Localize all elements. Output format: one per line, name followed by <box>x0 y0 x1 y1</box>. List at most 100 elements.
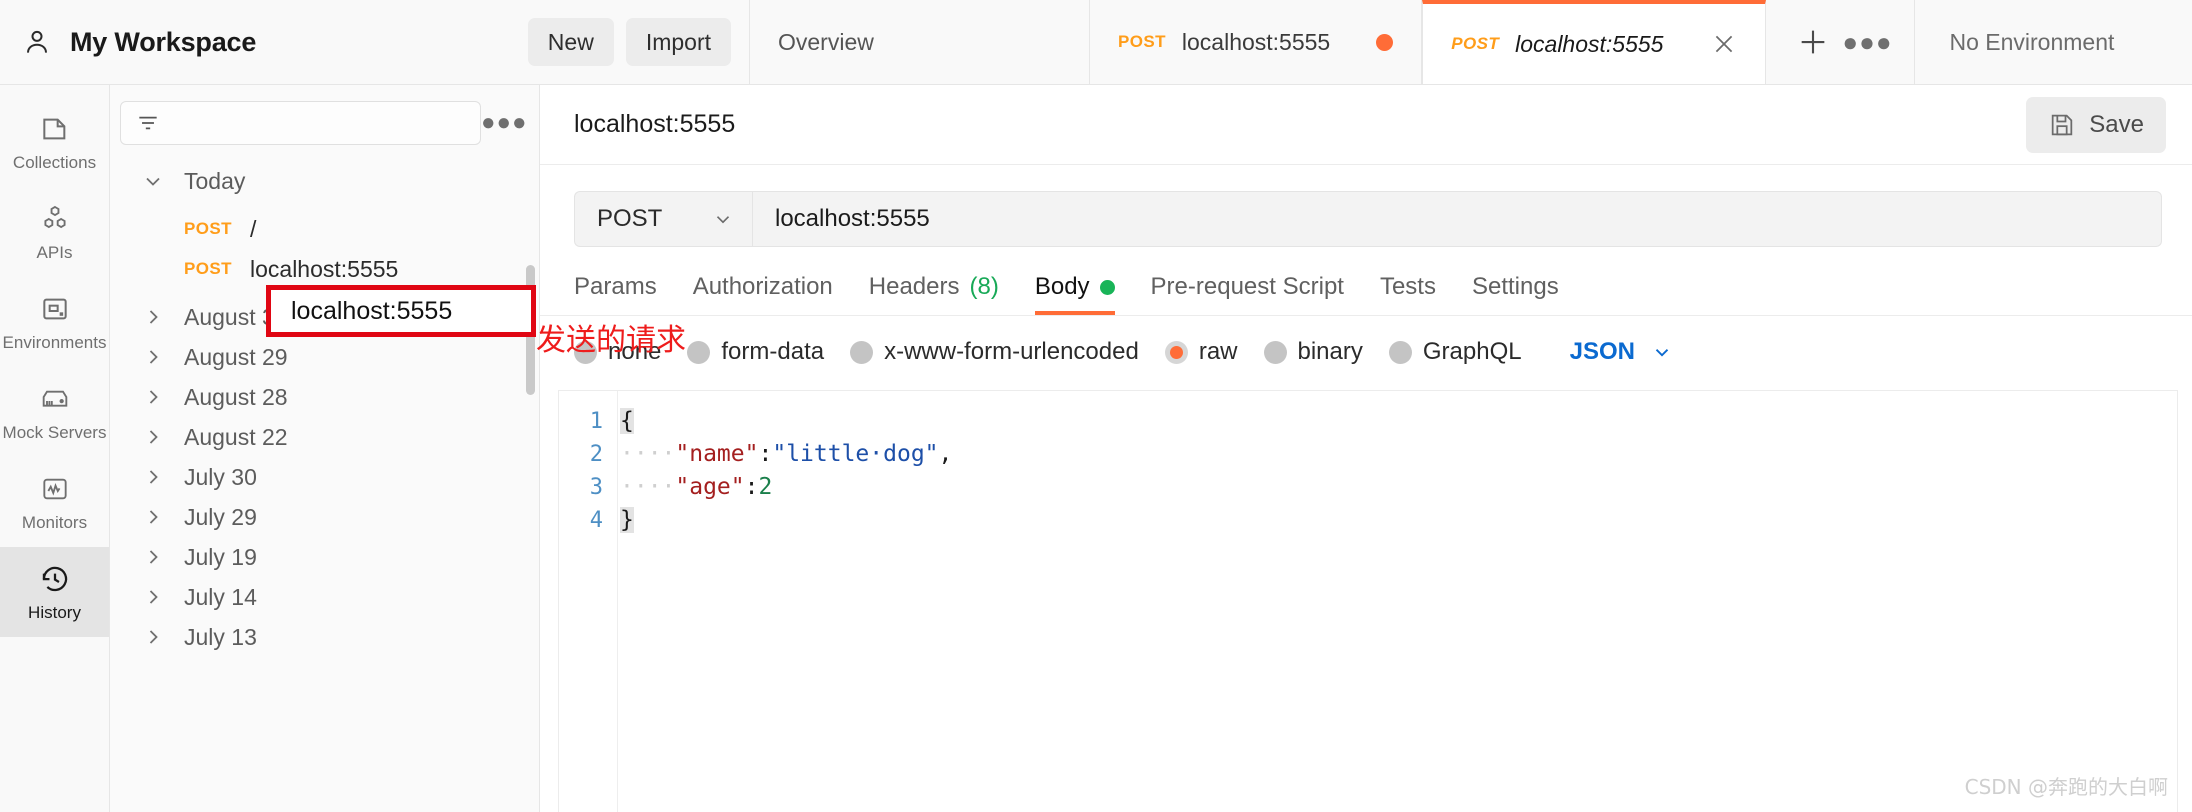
body-type-binary[interactable]: binary <box>1263 338 1363 366</box>
history-group-label: July 13 <box>184 623 257 650</box>
sidebar-item-monitors[interactable]: Monitors <box>0 457 109 547</box>
tab-overview-label: Overview <box>778 28 874 55</box>
tab-tests[interactable]: Tests <box>1380 273 1436 315</box>
radio-icon-selected <box>1164 340 1188 364</box>
sidebar-item-collections[interactable]: Collections <box>0 97 109 187</box>
history-group[interactable]: August 28 <box>110 377 539 417</box>
sidebar-item-mock-servers[interactable]: Mock Servers <box>0 367 109 457</box>
code-line-2: ····"name":"little·dog", <box>620 438 2177 471</box>
line-number: 1 <box>589 409 603 434</box>
tab-label: Authorization <box>692 273 833 300</box>
history-item[interactable]: POST / <box>110 209 539 249</box>
sidebar-item-label: Mock Servers <box>2 422 107 442</box>
tab-params[interactable]: Params <box>574 273 657 315</box>
tab-request-2-active[interactable]: POST localhost:5555 <box>1422 0 1767 84</box>
sidebar-item-label: Collections <box>12 152 97 172</box>
history-group[interactable]: August 22 <box>110 417 539 457</box>
tab-request-1[interactable]: POST localhost:5555 <box>1090 0 1423 84</box>
tab-label: Settings <box>1471 273 1559 300</box>
chevron-right-icon <box>140 505 166 529</box>
url-row: POST localhost:5555 <box>540 165 2192 247</box>
environments-icon <box>38 292 72 326</box>
history-group[interactable]: July 14 <box>110 577 539 617</box>
import-button[interactable]: Import <box>625 18 731 66</box>
history-group[interactable]: July 29 <box>110 497 539 537</box>
raw-format-select[interactable]: JSON <box>1570 338 1673 366</box>
editor-code-area[interactable]: { ····"name":"little·dog", ····"age":2 } <box>617 391 2177 812</box>
tab-method: POST <box>1118 32 1166 51</box>
body-type-x-www-form-urlencoded[interactable]: x-www-form-urlencoded <box>850 338 1139 366</box>
code-line-1: { <box>620 405 2177 438</box>
history-panel: ●●● Today POST / POST localhost:5555 Aug… <box>110 85 540 812</box>
line-number: 4 <box>589 508 603 533</box>
history-group-label: July 19 <box>184 543 257 570</box>
editor-line-numbers: 1 2 3 4 <box>559 391 617 812</box>
chevron-down-icon <box>140 169 166 193</box>
history-group[interactable]: July 19 <box>110 537 539 577</box>
radio-label: GraphQL <box>1422 338 1522 365</box>
history-group[interactable]: July 30 <box>110 457 539 497</box>
tab-label: Pre-request Script <box>1150 273 1344 300</box>
unsaved-indicator-dot <box>1376 33 1394 51</box>
history-group-label: August 28 <box>184 383 288 410</box>
chevron-right-icon <box>140 465 166 489</box>
tab-label: Tests <box>1379 273 1436 300</box>
new-button[interactable]: New <box>527 18 614 66</box>
history-group-today[interactable]: Today <box>110 161 539 201</box>
code-line-3: ····"age":2 <box>620 471 2177 504</box>
history-filter-input[interactable] <box>120 101 481 145</box>
tab-body[interactable]: Body <box>1034 273 1115 315</box>
json-key: "age" <box>675 474 745 500</box>
body-editor[interactable]: 1 2 3 4 { ····"name":"little·dog", ····"… <box>558 390 2178 812</box>
radio-label: binary <box>1297 338 1363 365</box>
history-item[interactable]: POST localhost:5555 <box>110 249 539 289</box>
body-type-graphql[interactable]: GraphQL <box>1388 338 1522 366</box>
method-select[interactable]: POST <box>574 191 752 247</box>
sidebar-item-label: APIs <box>36 242 73 262</box>
url-input[interactable]: localhost:5555 <box>752 191 2162 247</box>
history-group[interactable]: August 29 <box>110 337 539 377</box>
chevron-right-icon <box>140 425 166 449</box>
chevron-right-icon <box>140 345 166 369</box>
indent: ···· <box>620 474 676 500</box>
close-icon[interactable] <box>1711 31 1737 57</box>
workspace-zone: My Workspace New Import <box>0 0 750 84</box>
plus-icon[interactable] <box>1786 15 1840 69</box>
radio-icon <box>850 340 874 364</box>
sidebar-item-apis[interactable]: APIs <box>0 187 109 277</box>
sidebar-rail: Collections APIs Environments Mock Serve… <box>0 85 110 812</box>
radio-label: raw <box>1198 338 1238 365</box>
mock-servers-icon <box>38 382 72 416</box>
request-tabs: Params Authorization Headers (8) Body Pr… <box>540 247 2192 315</box>
tab-authorization[interactable]: Authorization <box>693 273 833 315</box>
history-more-icon[interactable]: ●●● <box>481 109 527 137</box>
history-filter-row: ●●● <box>110 85 539 155</box>
request-pane: localhost:5555 Save POST localhost:5555 … <box>540 85 2192 812</box>
sidebar-item-history[interactable]: History <box>0 547 109 637</box>
annotation-highlight-box: localhost:5555 <box>266 285 536 337</box>
sidebar-item-environments[interactable]: Environments <box>0 277 109 367</box>
body-type-form-data[interactable]: form-data <box>687 338 824 366</box>
history-group[interactable]: July 13 <box>110 617 539 657</box>
user-icon <box>22 27 52 57</box>
request-title: localhost:5555 <box>574 110 736 138</box>
request-header: localhost:5555 Save <box>540 85 2192 165</box>
workspace-actions: New Import <box>527 18 749 66</box>
ellipsis-icon[interactable]: ●●● <box>1840 15 1894 69</box>
body-present-dot <box>1099 279 1115 295</box>
tab-label: Headers <box>868 273 960 300</box>
postman-window: My Workspace New Import Overview POST lo… <box>0 0 2192 812</box>
radio-icon <box>1388 340 1412 364</box>
save-button[interactable]: Save <box>2026 96 2166 153</box>
body-type-raw[interactable]: raw <box>1164 338 1238 366</box>
comma: , <box>938 441 953 467</box>
tab-headers[interactable]: Headers (8) <box>869 273 999 315</box>
body-type-radios: none form-data x-www-form-urlencoded raw… <box>540 316 2192 366</box>
top-bar: My Workspace New Import Overview POST lo… <box>0 0 2192 85</box>
tab-pre-request-script[interactable]: Pre-request Script <box>1151 273 1344 315</box>
headers-count: (8) <box>969 273 999 300</box>
tab-settings[interactable]: Settings <box>1472 273 1559 315</box>
tab-overview[interactable]: Overview <box>750 0 1090 84</box>
radio-icon <box>687 340 711 364</box>
environment-selector[interactable]: No Environment <box>1915 0 2192 84</box>
